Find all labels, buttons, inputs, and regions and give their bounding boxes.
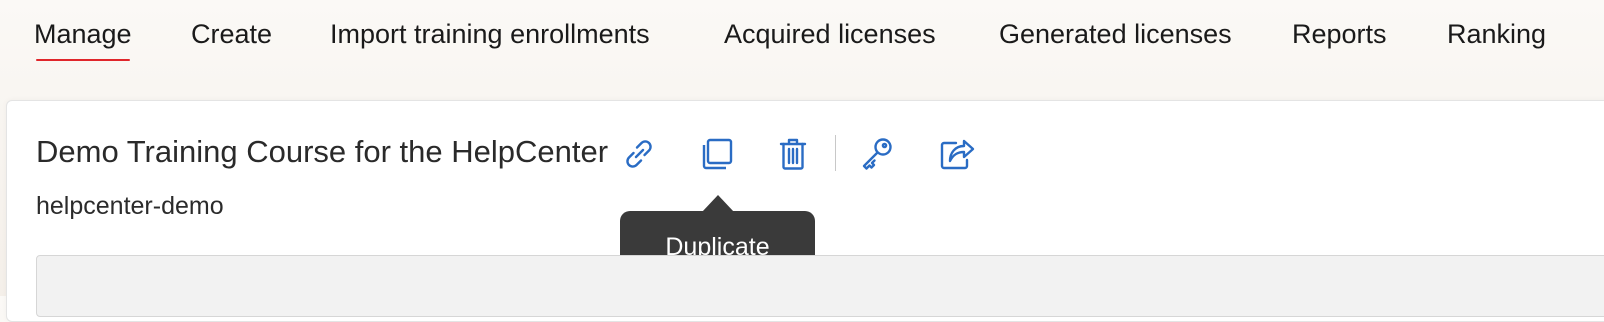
delete-button[interactable]	[771, 132, 815, 176]
tab-ranking[interactable]: Ranking	[1447, 17, 1546, 51]
toolbar-divider	[835, 135, 836, 171]
tab-create[interactable]: Create	[191, 17, 272, 51]
tab-manage[interactable]: Manage	[34, 17, 132, 61]
tooltip-arrow	[702, 195, 734, 212]
top-nav-tabs: Manage Create Import training enrollment…	[0, 0, 1604, 100]
duplicate-button[interactable]	[695, 132, 739, 176]
tab-generated-licenses[interactable]: Generated licenses	[999, 17, 1232, 51]
tab-import-training-enrollments[interactable]: Import training enrollments	[330, 17, 650, 51]
copy-link-button[interactable]	[617, 132, 661, 176]
duplicate-icon	[702, 138, 733, 170]
tab-reports[interactable]: Reports	[1292, 17, 1387, 51]
tab-acquired-licenses[interactable]: Acquired licenses	[724, 17, 936, 51]
course-content-panel	[36, 255, 1604, 317]
share-button[interactable]	[935, 132, 979, 176]
course-slug: helpcenter-demo	[36, 192, 224, 220]
key-icon	[862, 138, 892, 170]
licenses-button[interactable]	[855, 132, 899, 176]
trash-icon	[779, 138, 807, 170]
link-icon	[626, 140, 652, 168]
share-icon	[940, 139, 975, 170]
course-title: Demo Training Course for the HelpCenter	[36, 134, 609, 169]
